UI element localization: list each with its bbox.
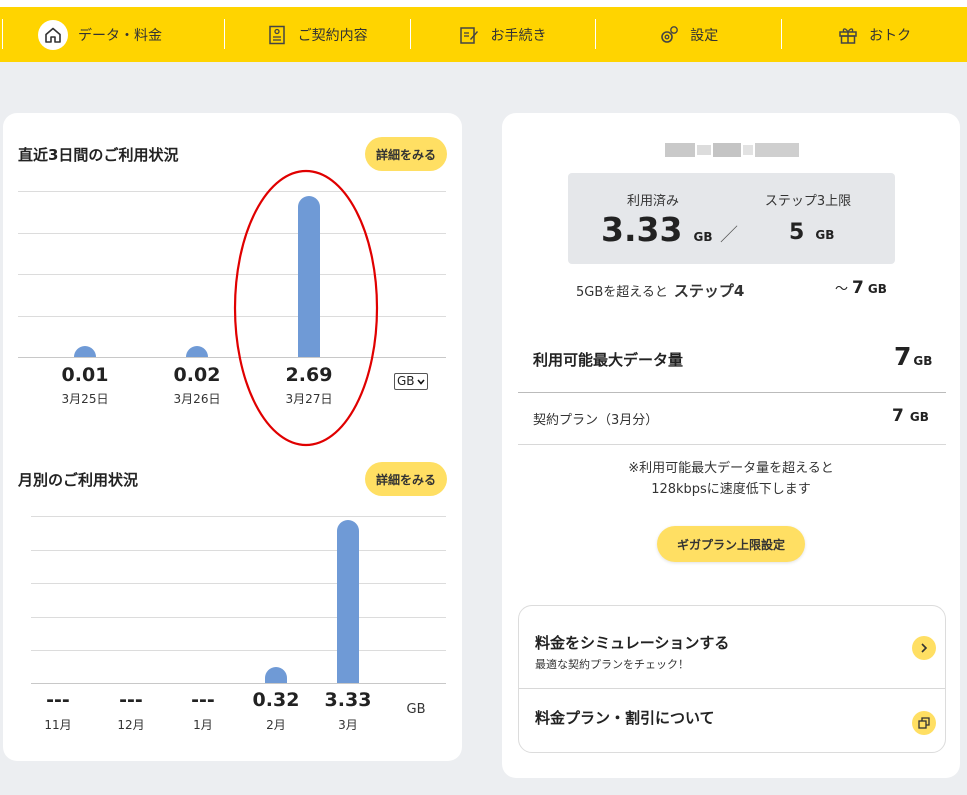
used-amount: 3.33 GB (601, 210, 713, 249)
speed-notice: ※利用可能最大データ量を超えると 128kbpsに速度低下します (502, 458, 960, 500)
max-data-label: 利用可能最大データ量 (533, 351, 684, 369)
bar-value-label: 3.33 (324, 689, 372, 711)
bar-value-label: 0.01 (61, 364, 109, 386)
baseline (31, 683, 446, 684)
nav-data-fee[interactable]: データ・料金 (0, 7, 224, 62)
used-value: 3.33 (601, 210, 683, 249)
bar-month-label: 3月 (338, 718, 358, 732)
divider (518, 444, 946, 445)
bar-month-label: 12月 (117, 718, 145, 732)
chevron-right-icon[interactable] (912, 636, 936, 660)
nav-contract[interactable]: ご契約内容 (223, 7, 410, 62)
settings-icon (658, 24, 680, 46)
limit-value: 5 (789, 220, 805, 245)
grid-line (31, 617, 446, 618)
monthly-detail-button[interactable]: 詳細をみる (365, 462, 447, 496)
notice-line-1: ※利用可能最大データ量を超えると (628, 461, 834, 476)
used-unit: GB (693, 230, 713, 244)
max-data-amount: 7 GB (894, 342, 932, 371)
chart-bar (337, 520, 359, 683)
nav-label: ご契約内容 (297, 27, 368, 44)
plan-unit: GB (909, 410, 929, 424)
max-data-unit: GB (913, 354, 933, 368)
chart-bar (186, 346, 208, 357)
bar-month-label: 2月 (266, 718, 286, 732)
grid-line (31, 650, 446, 651)
divider (518, 392, 946, 393)
bar-value-label: --- (46, 689, 70, 711)
plan-label: 契約プラン（3月分） (533, 413, 659, 428)
nav-label: おトク (869, 27, 912, 44)
plan-value: 7 (892, 406, 904, 426)
giga-plan-limit-button[interactable]: ギガプラン上限設定 (657, 526, 805, 562)
nav-settings[interactable]: 設定 (595, 7, 781, 62)
grid-line (31, 550, 446, 551)
bar-month-label: 1月 (193, 718, 213, 732)
home-icon (38, 19, 68, 50)
edit-icon (458, 24, 480, 46)
bar-value-label: 0.32 (252, 689, 300, 711)
links-card: 料金をシミュレーションする 最適な契約プランをチェック！ 料金プラン・割引につい… (518, 605, 946, 753)
plans-title: 料金プラン・割引について (535, 709, 715, 727)
simulate-title: 料金をシミュレーションする (535, 634, 730, 652)
bar-date-label: 3月25日 (61, 392, 109, 406)
contract-icon (266, 24, 288, 46)
chevron-down-icon (416, 374, 425, 389)
plans-discount-link[interactable]: 料金プラン・割引について (519, 689, 945, 753)
next-step-unit: GB (867, 282, 887, 296)
recent-usage-title: 直近3日間のご利用状況 (18, 146, 179, 164)
usage-charts-card: 直近3日間のご利用状況 詳細をみる GB 月別のご利用状況 詳細をみる GB 0… (3, 113, 462, 761)
chart-bar (265, 667, 287, 683)
usage-summary-box: 利用済み ステップ3上限 3.33 GB ／ 5 GB (568, 173, 895, 264)
chart-bar (74, 346, 96, 357)
next-step-limit: ～ 7 GB (835, 278, 887, 298)
gift-icon (837, 24, 859, 46)
plan-summary-card: 利用済み ステップ3上限 3.33 GB ／ 5 GB 5GBを超えると ステッ… (502, 113, 960, 778)
limit-unit: GB (815, 228, 835, 242)
next-step-prefix: 5GBを超えると (576, 285, 668, 300)
next-step-text: 5GBを超えると ステップ4 (576, 280, 744, 301)
limit-label: ステップ3上限 (764, 194, 852, 209)
simulate-subtitle: 最適な契約プランをチェック！ (535, 658, 689, 671)
bar-month-label: 11月 (44, 718, 72, 732)
simulate-link[interactable]: 料金をシミュレーションする 最適な契約プランをチェック！ (519, 606, 945, 688)
global-nav: データ・料金 ご契約内容 お手続き 設定 おトク (0, 7, 967, 62)
monthly-usage-title: 月別のご利用状況 (18, 471, 139, 489)
next-step-value: 7 (852, 278, 864, 298)
external-window-icon[interactable] (912, 711, 936, 735)
monthly-unit-label: GB (406, 702, 426, 717)
unit-select-value: GB (397, 374, 415, 388)
nav-label: データ・料金 (78, 27, 162, 44)
nav-label: お手続き (490, 27, 547, 44)
next-step-name: ステップ4 (673, 282, 745, 300)
highlight-ellipse (233, 169, 379, 447)
limit-amount: 5 GB (789, 220, 834, 245)
next-step-tilde: ～ (835, 282, 849, 297)
nav-procedures[interactable]: お手続き (409, 7, 596, 62)
grid-line (31, 583, 446, 584)
bar-value-label: --- (119, 689, 143, 711)
nav-label: 設定 (690, 27, 719, 44)
grid-line (31, 516, 446, 517)
nav-deals[interactable]: おトク (781, 7, 967, 62)
bar-value-label: --- (191, 689, 215, 711)
notice-line-2: 128kbpsに速度低下します (651, 482, 811, 497)
recent-detail-button[interactable]: 詳細をみる (365, 137, 447, 171)
used-label: 利用済み (626, 194, 679, 209)
bar-value-label: 0.02 (173, 364, 221, 386)
bar-date-label: 3月26日 (173, 392, 221, 406)
plan-amount: 7 GB (892, 406, 929, 426)
unit-select[interactable]: GB (394, 373, 428, 390)
max-data-value: 7 (894, 342, 912, 371)
separator: ／ (720, 225, 738, 246)
redacted-phone-number (665, 140, 799, 160)
top-strip (0, 0, 967, 7)
